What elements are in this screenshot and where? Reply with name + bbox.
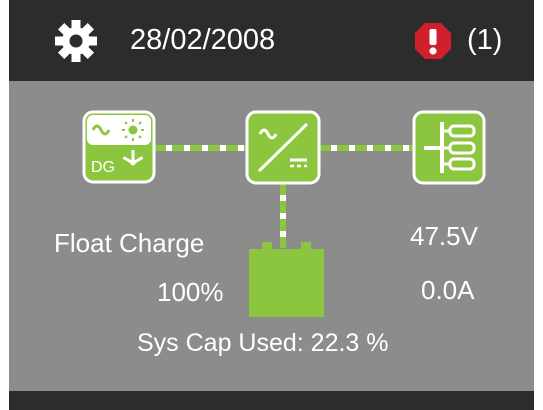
battery-voltage: 47.5V bbox=[410, 221, 478, 251]
system-capacity-used: Sys Cap Used: 22.3 % bbox=[137, 329, 389, 357]
load-distribution-icon[interactable] bbox=[412, 110, 486, 185]
system-status-screen: 28/02/2008 (1) DG Float Charge 100% 47.5… bbox=[9, 0, 534, 410]
bottom-bar bbox=[9, 391, 534, 410]
battery-icon bbox=[249, 242, 324, 317]
battery-current: 0.0A bbox=[421, 275, 475, 305]
inverter-icon[interactable] bbox=[245, 110, 321, 185]
battery-charge-percent: 100% bbox=[157, 277, 224, 307]
dg-label: DG bbox=[91, 159, 115, 176]
ac-solar-dg-wind-source-icon[interactable]: DG bbox=[82, 110, 156, 184]
charge-mode-label: Float Charge bbox=[54, 228, 205, 258]
